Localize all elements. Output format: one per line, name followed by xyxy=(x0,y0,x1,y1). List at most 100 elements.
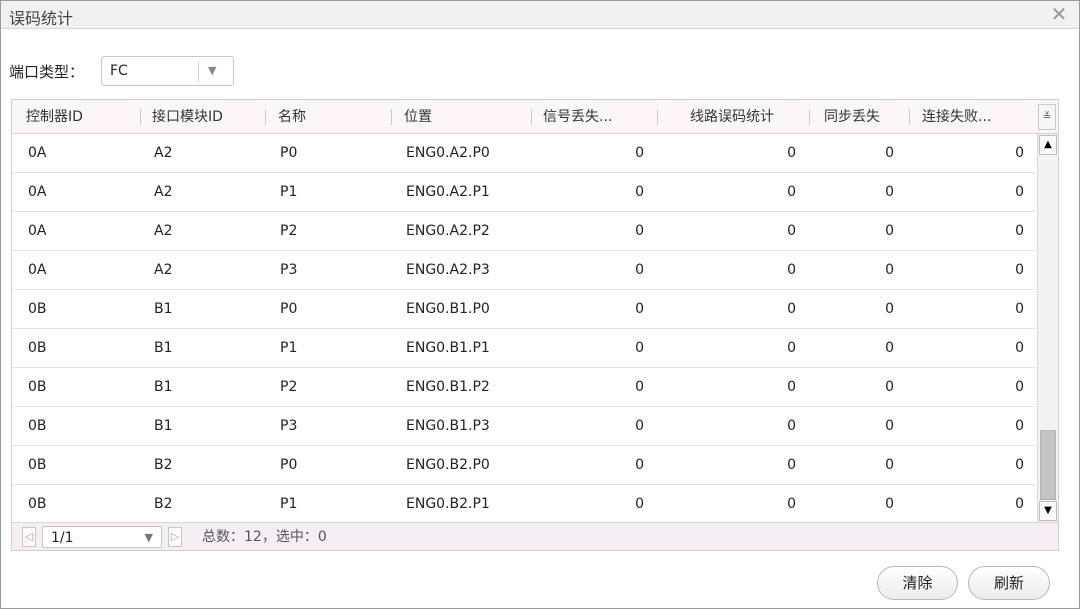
port-type-select[interactable]: FC ▼ xyxy=(101,56,234,86)
cell-line-error: 0 xyxy=(787,418,796,434)
cell-sync-loss: 0 xyxy=(885,457,894,473)
pagination-bar: ◁ 1/1 ▼ ▷ 总数：12，选中：0 xyxy=(12,522,1058,550)
cell-name: P3 xyxy=(280,262,298,278)
col-header-name[interactable]: 名称 xyxy=(278,100,306,134)
column-divider xyxy=(265,109,266,125)
cell-name: P1 xyxy=(280,184,298,200)
scroll-up-icon[interactable]: ▲ xyxy=(1039,135,1057,155)
port-type-label: 端口类型： xyxy=(9,63,85,81)
scroll-down-icon[interactable]: ▼ xyxy=(1039,501,1057,521)
table-row[interactable]: 0B B1 P3 ENG0.B1.P3 0 0 0 0 xyxy=(12,407,1036,446)
cell-line-error: 0 xyxy=(787,184,796,200)
scroll-track[interactable] xyxy=(1040,156,1056,500)
cell-location: ENG0.B2.P1 xyxy=(406,496,490,512)
cell-location: ENG0.B1.P1 xyxy=(406,340,490,356)
stats-table: 控制器ID 接口模块ID 名称 位置 信号丢失... 线路误码统计 同步丢失 连… xyxy=(11,99,1059,551)
page-select[interactable]: 1/1 ▼ xyxy=(42,526,162,548)
cell-module-id: A2 xyxy=(154,184,173,200)
cell-link-failure: 0 xyxy=(1015,184,1024,200)
cell-link-failure: 0 xyxy=(1015,340,1024,356)
col-header-module-id[interactable]: 接口模块ID xyxy=(152,100,223,134)
cell-module-id: A2 xyxy=(154,223,173,239)
cell-controller-id: 0B xyxy=(28,457,47,473)
cell-sync-loss: 0 xyxy=(885,223,894,239)
cell-name: P1 xyxy=(280,340,298,356)
cell-link-failure: 0 xyxy=(1015,379,1024,395)
col-header-controller-id[interactable]: 控制器ID xyxy=(26,100,83,134)
cell-signal-loss: 0 xyxy=(635,145,644,161)
cell-module-id: B1 xyxy=(154,379,173,395)
table-row[interactable]: 0A A2 P1 ENG0.A2.P1 0 0 0 0 xyxy=(12,173,1036,212)
cell-signal-loss: 0 xyxy=(635,262,644,278)
table-body: 0A A2 P0 ENG0.A2.P0 0 0 0 0 0A A2 P1 ENG0.A2.P1 0 0 0 0… xyxy=(12,134,1036,522)
cell-sync-loss: 0 xyxy=(885,301,894,317)
cell-line-error: 0 xyxy=(787,496,796,512)
cell-name: P0 xyxy=(280,145,298,161)
cell-link-failure: 0 xyxy=(1015,262,1024,278)
col-header-signal-loss[interactable]: 信号丢失... xyxy=(543,100,612,134)
selection-summary: 总数：12，选中：0 xyxy=(202,529,327,545)
table-row[interactable]: 0B B1 P1 ENG0.B1.P1 0 0 0 0 xyxy=(12,329,1036,368)
cell-controller-id: 0B xyxy=(28,301,47,317)
cell-line-error: 0 xyxy=(787,145,796,161)
cell-controller-id: 0A xyxy=(28,145,47,161)
port-type-value: FC xyxy=(110,63,128,79)
cell-name: P2 xyxy=(280,223,298,239)
cell-link-failure: 0 xyxy=(1015,145,1024,161)
cell-line-error: 0 xyxy=(787,457,796,473)
table-row[interactable]: 0A A2 P0 ENG0.A2.P0 0 0 0 0 xyxy=(12,134,1036,173)
clear-button[interactable]: 清除 xyxy=(877,566,958,600)
cell-sync-loss: 0 xyxy=(885,262,894,278)
cell-link-failure: 0 xyxy=(1015,457,1024,473)
cell-link-failure: 0 xyxy=(1015,301,1024,317)
prev-page-icon[interactable]: ◁ xyxy=(22,527,36,547)
page-value: 1/1 xyxy=(51,530,74,546)
table-row[interactable]: 0B B1 P2 ENG0.B1.P2 0 0 0 0 xyxy=(12,368,1036,407)
cell-module-id: A2 xyxy=(154,262,173,278)
next-page-icon[interactable]: ▷ xyxy=(168,527,182,547)
cell-name: P1 xyxy=(280,496,298,512)
cell-line-error: 0 xyxy=(787,340,796,356)
cell-line-error: 0 xyxy=(787,262,796,278)
cell-controller-id: 0B xyxy=(28,379,47,395)
close-icon[interactable]: ✕ xyxy=(1049,3,1069,25)
cell-signal-loss: 0 xyxy=(635,379,644,395)
cell-line-error: 0 xyxy=(787,301,796,317)
cell-module-id: B1 xyxy=(154,301,173,317)
cell-module-id: B1 xyxy=(154,418,173,434)
cell-name: P0 xyxy=(280,301,298,317)
col-header-link-failure[interactable]: 连接失败... xyxy=(922,100,991,134)
cell-sync-loss: 0 xyxy=(885,418,894,434)
double-chevron-down-icon[interactable]: ≚ xyxy=(1038,104,1056,130)
scroll-thumb[interactable] xyxy=(1040,430,1056,500)
cell-controller-id: 0B xyxy=(28,340,47,356)
cell-module-id: B2 xyxy=(154,496,173,512)
table-row[interactable]: 0B B2 P0 ENG0.B2.P0 0 0 0 0 xyxy=(12,446,1036,485)
table-header: 控制器ID 接口模块ID 名称 位置 信号丢失... 线路误码统计 同步丢失 连… xyxy=(12,100,1058,134)
cell-name: P2 xyxy=(280,379,298,395)
refresh-button[interactable]: 刷新 xyxy=(968,566,1050,600)
cell-module-id: B1 xyxy=(154,340,173,356)
vertical-scrollbar[interactable]: ▲ ▼ xyxy=(1037,134,1058,522)
table-row[interactable]: 0A A2 P2 ENG0.A2.P2 0 0 0 0 xyxy=(12,212,1036,251)
cell-location: ENG0.B2.P0 xyxy=(406,457,490,473)
cell-name: P3 xyxy=(280,418,298,434)
cell-location: ENG0.A2.P1 xyxy=(406,184,490,200)
cell-controller-id: 0A xyxy=(28,223,47,239)
cell-location: ENG0.B1.P0 xyxy=(406,301,490,317)
cell-controller-id: 0B xyxy=(28,418,47,434)
col-header-line-error[interactable]: 线路误码统计 xyxy=(690,100,774,134)
cell-location: ENG0.B1.P3 xyxy=(406,418,490,434)
col-header-location[interactable]: 位置 xyxy=(404,100,432,134)
table-row[interactable]: 0B B2 P1 ENG0.B2.P1 0 0 0 0 xyxy=(12,485,1036,522)
cell-signal-loss: 0 xyxy=(635,340,644,356)
cell-link-failure: 0 xyxy=(1015,418,1024,434)
table-row[interactable]: 0B B1 P0 ENG0.B1.P0 0 0 0 0 xyxy=(12,290,1036,329)
col-header-sync-loss[interactable]: 同步丢失 xyxy=(824,100,880,134)
cell-name: P0 xyxy=(280,457,298,473)
column-divider xyxy=(809,109,810,125)
column-divider xyxy=(657,109,658,125)
cell-module-id: A2 xyxy=(154,145,173,161)
table-row[interactable]: 0A A2 P3 ENG0.A2.P3 0 0 0 0 xyxy=(12,251,1036,290)
cell-sync-loss: 0 xyxy=(885,496,894,512)
